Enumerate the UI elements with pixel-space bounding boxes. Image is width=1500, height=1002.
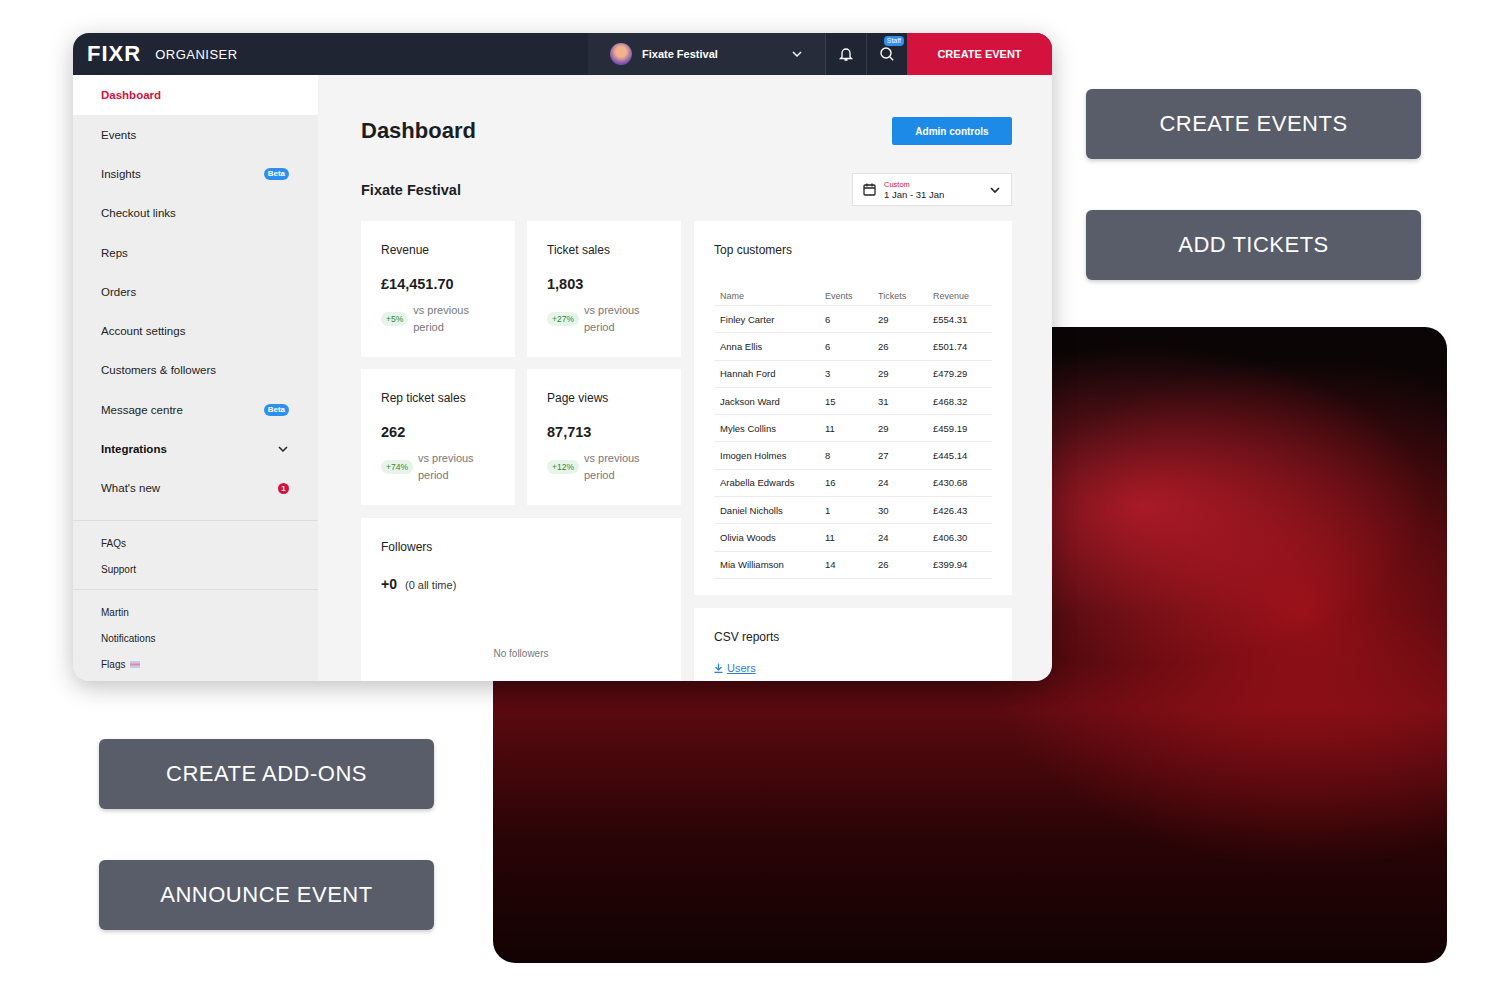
- sidebar-link[interactable]: Flags: [73, 652, 318, 678]
- logo[interactable]: FIXR: [87, 41, 141, 67]
- event-avatar-icon: [610, 43, 632, 65]
- sidebar-item[interactable]: Orders: [73, 272, 318, 311]
- product-name: ORGANISER: [155, 47, 238, 62]
- event-title: Fixate Festival: [361, 182, 461, 198]
- bell-icon: [838, 46, 854, 62]
- admin-controls-button[interactable]: Admin controls: [892, 117, 1012, 145]
- sidebar-item[interactable]: Checkout links: [73, 194, 318, 233]
- create-event-button[interactable]: CREATE EVENT: [907, 33, 1052, 75]
- event-name: Fixate Festival: [642, 48, 781, 60]
- search-button[interactable]: Staff: [866, 33, 907, 75]
- chevron-down-icon: [791, 48, 803, 60]
- followers-card: Followers+0(0 all time)No followers: [361, 518, 681, 681]
- customers-table: NameEventsTicketsRevenueFinley Carter629…: [714, 287, 992, 579]
- calendar-icon: [863, 183, 876, 196]
- stat-card: Page views87,713+12%vs previous period: [527, 369, 681, 505]
- promo-canvas: CREATE EVENTS ADD TICKETS CREATE ADD-ONS AN…: [0, 0, 1500, 1002]
- sidebar-item[interactable]: Events: [73, 115, 318, 154]
- download-icon: [714, 663, 723, 673]
- feature-buttons-right: CREATE EVENTS ADD TICKETS: [1086, 89, 1421, 280]
- event-selector[interactable]: Fixate Festival: [588, 33, 825, 75]
- sidebar-badge: Beta: [264, 168, 289, 180]
- feature-button[interactable]: CREATE EVENTS: [1086, 89, 1421, 159]
- dashboard-main: Dashboard Admin controls Fixate Festival Cu…: [318, 75, 1052, 681]
- sidebar-link[interactable]: Notifications: [73, 626, 318, 652]
- stat-card: Rep ticket sales262+74%vs previous perio…: [361, 369, 515, 505]
- change-pill: +5%: [381, 312, 408, 326]
- feature-button[interactable]: CREATE ADD-ONS: [99, 739, 434, 809]
- app-bar: FIXR ORGANISER Fixate Festival StaffCREATE …: [73, 33, 1052, 75]
- page-title: Dashboard: [361, 118, 476, 144]
- table-row[interactable]: Imogen Holmes827£445.14: [714, 442, 992, 469]
- change-pill: +27%: [547, 312, 579, 326]
- notifications-button[interactable]: [825, 33, 866, 75]
- sidebar: DashboardEventsInsightsBetaCheckout link…: [73, 75, 318, 681]
- change-pill: +12%: [547, 460, 579, 474]
- csv-link[interactable]: Users: [714, 662, 992, 674]
- sidebar-item[interactable]: Account settings: [73, 311, 318, 350]
- help-links: FAQsSupport: [73, 520, 318, 589]
- flag-icon: [130, 661, 140, 668]
- date-range-value: 1 Jan - 31 Jan: [884, 189, 981, 200]
- sidebar-item[interactable]: Dashboard: [73, 75, 318, 115]
- feature-button[interactable]: ANNOUNCE EVENT: [99, 860, 434, 930]
- date-range-label: Custom: [884, 180, 981, 189]
- sidebar-item[interactable]: Reps: [73, 233, 318, 272]
- table-row[interactable]: Arabella Edwards1624£430.68: [714, 470, 992, 497]
- account-links: Martin Notifications Flags: [73, 589, 318, 681]
- staff-badge: Staff: [884, 36, 904, 46]
- chevron-down-icon: [277, 443, 289, 455]
- sidebar-link[interactable]: FAQs: [73, 531, 318, 557]
- sidebar-badge: Beta: [264, 404, 289, 416]
- sidebar-item[interactable]: Customers & followers: [73, 351, 318, 390]
- sidebar-badge: 1: [278, 483, 289, 494]
- stat-card: Ticket sales1,803+27%vs previous period: [527, 221, 681, 357]
- sidebar-item[interactable]: Message centreBeta: [73, 390, 318, 429]
- table-row[interactable]: Finley Carter629£554.31: [714, 306, 992, 333]
- table-row[interactable]: Anna Ellis626£501.74: [714, 333, 992, 360]
- top-customers-card: Top customersNameEventsTicketsRevenueFin…: [694, 221, 1012, 595]
- sidebar-item[interactable]: What's new1: [73, 469, 318, 508]
- feature-button[interactable]: ADD TICKETS: [1086, 210, 1421, 280]
- dashboard-window: FIXR ORGANISER Fixate Festival StaffCREATE …: [73, 33, 1052, 681]
- change-pill: +74%: [381, 460, 413, 474]
- empty-state: No followers: [381, 648, 661, 659]
- sidebar-link[interactable]: Martin: [73, 600, 318, 626]
- table-row[interactable]: Hannah Ford329£479.29: [714, 361, 992, 388]
- table-row[interactable]: Myles Collins1129£459.19: [714, 415, 992, 442]
- date-range-picker[interactable]: Custom1 Jan - 31 Jan: [852, 173, 1012, 206]
- search-icon: [879, 46, 895, 62]
- stat-card: Revenue£14,451.70+5%vs previous period: [361, 221, 515, 357]
- chevron-down-icon: [989, 184, 1001, 196]
- table-row[interactable]: Jackson Ward1531£468.32: [714, 388, 992, 415]
- table-row[interactable]: Daniel Nicholls130£426.43: [714, 497, 992, 524]
- table-header: NameEventsTicketsRevenue: [714, 287, 992, 306]
- table-row[interactable]: Mia Williamson1426£399.94: [714, 552, 992, 579]
- table-row[interactable]: Olivia Woods1124£406.30: [714, 524, 992, 551]
- sidebar-link[interactable]: Support: [73, 557, 318, 583]
- csv-reports-card: CSV reportsUsers: [694, 608, 1012, 681]
- feature-buttons-left: CREATE ADD-ONS ANNOUNCE EVENT: [99, 739, 434, 930]
- sidebar-item[interactable]: Integrations: [73, 429, 318, 468]
- sidebar-item[interactable]: InsightsBeta: [73, 154, 318, 193]
